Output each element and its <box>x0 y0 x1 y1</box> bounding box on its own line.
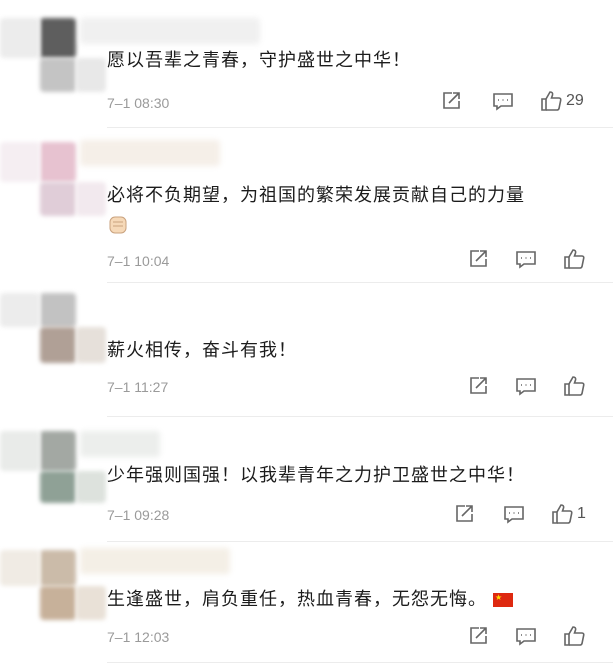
like-count: 29 <box>566 92 584 109</box>
comment-text: 愿以吾辈之青春，守护盛世之中华！ <box>107 50 411 71</box>
reply-button[interactable] <box>515 248 537 270</box>
thumbs-up-icon <box>564 626 585 646</box>
comment-time: 7–1 12:03 <box>107 629 170 645</box>
username-blurred <box>80 140 220 166</box>
share-icon <box>470 377 487 394</box>
share-icon <box>456 505 473 522</box>
reply-button[interactable] <box>515 375 537 397</box>
reply-button[interactable] <box>515 625 537 647</box>
username-blurred <box>80 18 260 44</box>
comment-icon <box>516 378 536 396</box>
like-button[interactable] <box>563 625 589 647</box>
divider <box>107 662 613 663</box>
reply-button[interactable] <box>503 503 525 525</box>
comment-text: 薪火相传，奋斗有我！ <box>107 340 297 361</box>
comment-actions <box>467 375 589 397</box>
comment-actions: 1 <box>453 503 586 525</box>
like-button[interactable] <box>563 375 589 397</box>
china-flag-icon <box>493 593 513 607</box>
thumbs-up-icon <box>541 91 562 111</box>
share-icon <box>470 627 487 644</box>
comment-actions: 29 <box>440 90 584 112</box>
comment-text: 少年强则国强！以我辈青年之力护卫盛世之中华！ <box>107 465 525 486</box>
comment-icon <box>516 251 536 269</box>
comment-time: 7–1 08:30 <box>107 95 170 111</box>
comment-item: 生逢盛世，肩负重任，热血青春，无怨无悔。 7–1 12:03 <box>0 542 613 669</box>
comment-item: 少年强则国强！以我辈青年之力护卫盛世之中华！ 7–1 09:28 1 <box>0 417 613 542</box>
share-icon <box>443 92 460 109</box>
share-button[interactable] <box>440 90 462 112</box>
thumbs-up-icon <box>552 504 573 524</box>
like-button[interactable]: 1 <box>551 503 586 525</box>
comment-icon <box>493 93 513 111</box>
comment-item: 薪火相传，奋斗有我！ 7–1 11:27 <box>0 283 613 417</box>
share-button[interactable] <box>467 248 489 270</box>
comment-icon <box>504 506 524 524</box>
username-blurred <box>80 431 160 457</box>
reply-button[interactable] <box>492 90 514 112</box>
like-button[interactable] <box>563 248 589 270</box>
like-button[interactable]: 29 <box>540 90 584 112</box>
username-blurred <box>80 548 230 574</box>
comment-text: 必将不负期望，为祖国的繁荣发展贡献自己的力量 <box>107 185 525 206</box>
thumbs-up-icon <box>564 249 585 269</box>
comment-item: 必将不负期望，为祖国的繁荣发展贡献自己的力量 7–1 10:04 <box>0 128 613 283</box>
thumbs-up-icon <box>564 376 585 396</box>
comment-actions <box>467 625 589 647</box>
comment-icon <box>516 628 536 646</box>
comment-text: 生逢盛世，肩负重任，热血青春，无怨无悔。 <box>107 586 513 614</box>
comment-time: 7–1 10:04 <box>107 253 170 269</box>
comment-item: 愿以吾辈之青春，守护盛世之中华！ 7–1 08:30 29 <box>0 0 613 128</box>
share-icon <box>470 250 487 267</box>
comment-actions <box>467 248 589 270</box>
share-button[interactable] <box>467 625 489 647</box>
comment-time: 7–1 11:27 <box>107 379 169 395</box>
like-count: 1 <box>577 505 586 522</box>
comment-time: 7–1 09:28 <box>107 507 170 523</box>
share-button[interactable] <box>467 375 489 397</box>
comment-text-body: 生逢盛世，肩负重任，热血青春，无怨无悔。 <box>107 589 487 610</box>
fist-emoji-icon <box>107 214 129 242</box>
share-button[interactable] <box>453 503 475 525</box>
